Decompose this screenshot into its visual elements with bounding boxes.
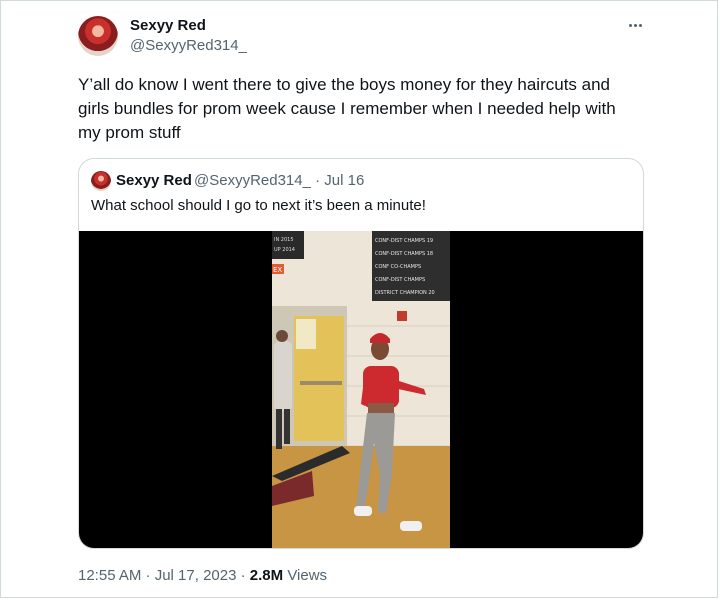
views-count[interactable]: 2.8M (250, 567, 283, 584)
banner-1: CONF-DIST CHAMPS 19 (375, 238, 433, 244)
quoted-meta: @SexyyRed314_ · Jul 16 (194, 172, 365, 189)
banner-4: CONF-DIST CHAMPS (375, 277, 425, 283)
exit-sign: EX (273, 266, 282, 274)
more-icon[interactable] (623, 14, 647, 36)
banner-5: DISTRICT CHAMPION 20 (375, 290, 435, 296)
quoted-author-name: Sexyy Red (116, 172, 192, 189)
author-name[interactable]: Sexyy Red (130, 17, 206, 35)
quoted-author-avatar (91, 171, 111, 191)
tweet-text: Y’all do know I went there to give the b… (78, 75, 616, 142)
timestamp[interactable]: 12:55 AM · Jul 17, 2023 (78, 567, 236, 584)
quoted-tweet[interactable]: Sexyy Red @SexyyRed314_ · Jul 16 What sc… (78, 158, 644, 549)
footer-separator: · (240, 567, 246, 584)
author-handle[interactable]: @SexyyRed314_ (130, 37, 247, 55)
quoted-text: What school should I go to next it’s bee… (91, 197, 426, 214)
tweet-footer: 12:55 AM · Jul 17, 2023 · 2.8M Views (78, 567, 327, 585)
author-avatar[interactable] (78, 16, 118, 56)
banner-left-2: UP 2014 (274, 247, 295, 253)
tweet-card: Sexyy Red @SexyyRed314_ Y’all do know I … (0, 0, 718, 598)
banner-left-1: IN 2015 (274, 237, 294, 243)
banner-3: CONF CO-CHAMPS (375, 264, 421, 270)
video-player[interactable]: IN 2015 UP 2014 EX CONF-DIST CHAMPS 19 C… (79, 231, 643, 548)
views-label: Views (287, 567, 328, 584)
video-frame: IN 2015 UP 2014 EX CONF-DIST CHAMPS 19 C… (272, 231, 450, 548)
banner-2: CONF-DIST CHAMPS 18 (375, 251, 433, 257)
gym-scene-illustration: IN 2015 UP 2014 EX CONF-DIST CHAMPS 19 C… (272, 231, 450, 548)
